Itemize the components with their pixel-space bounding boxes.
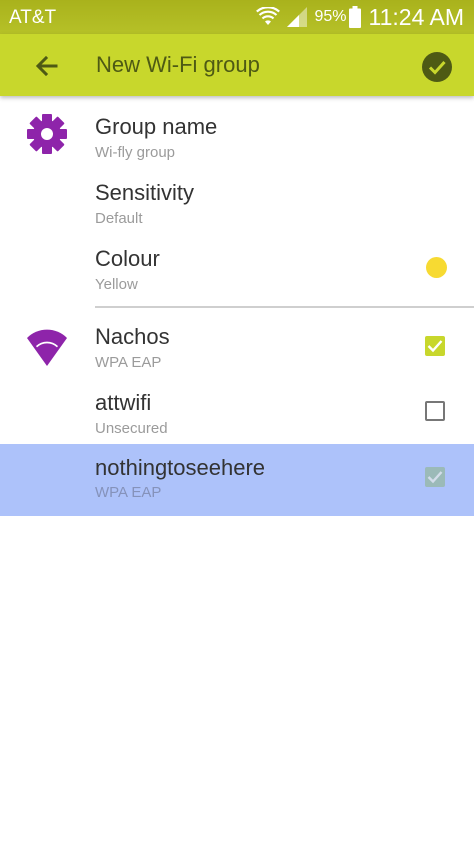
setting-value: Default [95, 210, 143, 227]
wifi-icon [27, 329, 67, 366]
check-circle-icon [422, 52, 452, 82]
network-ssid: attwifi [95, 390, 152, 415]
carrier-label: AT&T [9, 7, 57, 28]
section-divider [95, 306, 474, 308]
network-item[interactable]: Nachos WPA EAP [0, 316, 474, 380]
app-bar: New Wi-Fi group [0, 34, 474, 96]
status-indicators: 95% 11:24 AM [256, 4, 464, 30]
network-item[interactable]: attwifi Unsecured [0, 382, 474, 444]
network-ssid: nothingtoseehere [95, 455, 266, 480]
page-title: New Wi-Fi group [96, 52, 260, 77]
colour-swatch [426, 257, 447, 278]
network-security: Unsecured [95, 420, 168, 437]
clock: 11:24 AM [368, 3, 464, 30]
battery-percent: 95% [314, 8, 347, 25]
sensitivity-setting[interactable]: Sensitivity Default [0, 172, 474, 236]
group-name-setting[interactable]: Group name Wi-fly group [0, 106, 474, 170]
back-button[interactable] [30, 49, 64, 83]
network-security: WPA EAP [95, 484, 162, 501]
setting-title: Colour [95, 246, 160, 271]
arrow-left-icon [35, 55, 58, 77]
setting-value: Wi-fly group [95, 144, 176, 161]
setting-title: Sensitivity [95, 180, 195, 205]
status-bar: AT&T 95% 11:24 AM [0, 0, 474, 34]
network-checkbox[interactable] [425, 467, 445, 487]
checkmark-icon [427, 340, 443, 353]
network-ssid: Nachos [95, 324, 170, 349]
gear-icon [27, 114, 67, 154]
wifi-signal-icon [256, 7, 281, 25]
network-item-selected[interactable]: nothingtoseehere WPA EAP [0, 444, 474, 516]
confirm-button[interactable] [420, 50, 454, 84]
cell-signal-icon [287, 7, 308, 27]
checkmark-icon [427, 471, 443, 484]
network-checkbox[interactable] [425, 401, 445, 421]
setting-title: Group name [95, 114, 218, 139]
setting-value: Yellow [95, 276, 138, 293]
battery-icon [348, 6, 361, 28]
colour-setting[interactable]: Colour Yellow [0, 238, 474, 302]
network-checkbox[interactable] [425, 336, 445, 356]
network-security: WPA EAP [95, 354, 162, 371]
